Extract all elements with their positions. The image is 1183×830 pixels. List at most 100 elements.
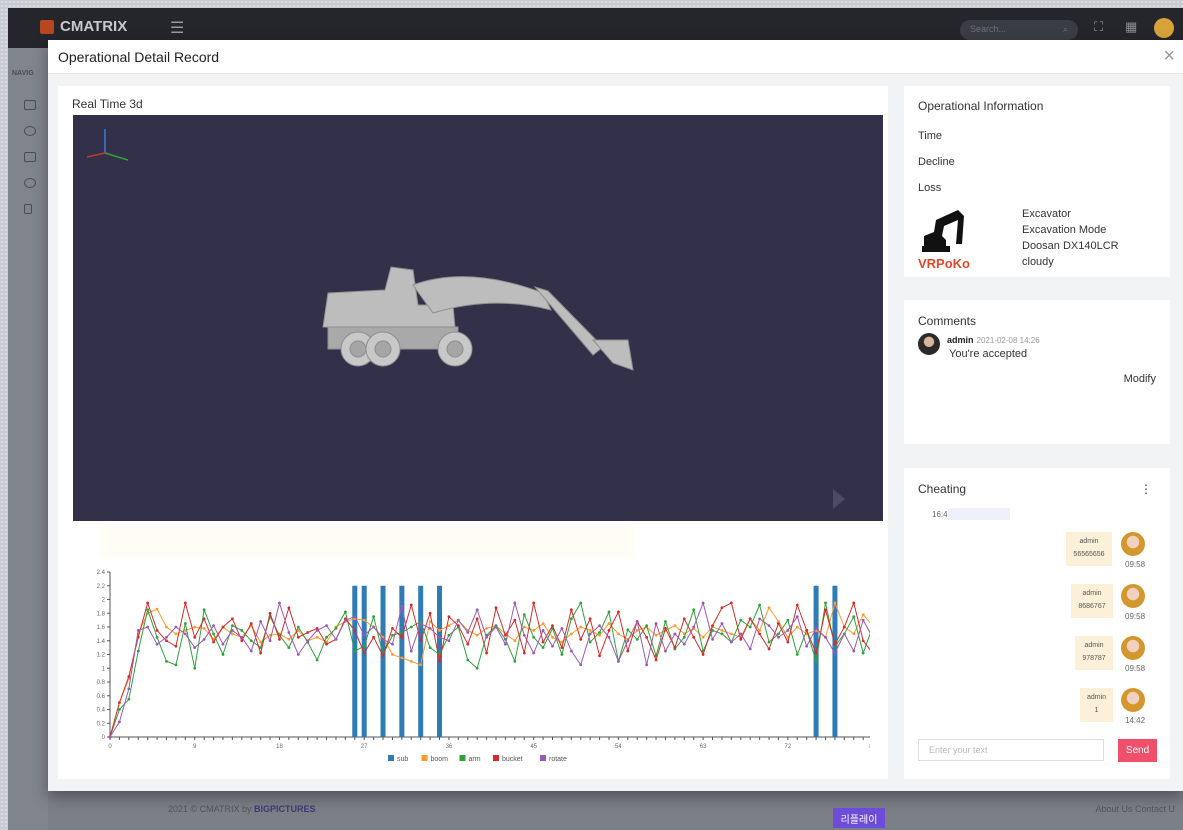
series-point-arm	[635, 637, 639, 641]
info-row-time: Time	[918, 130, 943, 142]
series-point-bucket	[522, 651, 526, 655]
chat-avatar	[1121, 584, 1145, 608]
series-point-rotate	[353, 615, 357, 619]
series-point-bucket	[391, 626, 394, 630]
series-point-bucket	[711, 624, 714, 628]
series-point-rotate	[711, 637, 714, 641]
y-tick-label: 2	[102, 598, 106, 604]
series-point-rotate	[212, 624, 215, 628]
send-button[interactable]: Send	[1118, 739, 1157, 762]
fullscreen-icon[interactable]: ⛶	[1094, 19, 1103, 35]
series-point-rotate	[315, 629, 319, 632]
x-tick-label: 63	[700, 744, 707, 750]
series-point-rotate	[664, 649, 667, 653]
weather: cloudy	[1022, 256, 1054, 268]
series-point-arm	[240, 629, 244, 632]
series-point-boom	[447, 624, 451, 628]
series-point-bucket	[861, 639, 865, 643]
series-point-rotate	[494, 625, 498, 629]
series-point-rotate	[456, 618, 460, 622]
footer-company[interactable]: BIGPICTURES	[254, 804, 316, 814]
series-point-rotate	[268, 639, 272, 643]
chat-message: admin 8686767	[1071, 584, 1113, 618]
brand-logo[interactable]: CMATRIX	[40, 18, 127, 35]
series-point-boom	[391, 653, 394, 656]
series-point-boom	[522, 625, 526, 629]
series-point-boom	[287, 637, 291, 641]
replay-button[interactable]: 리플레이	[833, 808, 885, 828]
series-point-bucket	[456, 624, 460, 628]
comment-meta: admin 2021-02-08 14:26	[947, 332, 1040, 346]
series-point-boom	[475, 633, 479, 637]
chat-input[interactable]	[918, 739, 1104, 761]
modify-button[interactable]: Modify	[1124, 373, 1156, 385]
chat-time: 09:58	[1125, 664, 1146, 673]
series-point-boom	[701, 635, 705, 639]
operational-detail-modal: Operational Detail Record × Real Time 3d	[48, 40, 1183, 828]
modal-header: Operational Detail Record ×	[48, 40, 1183, 74]
series-point-bucket	[664, 626, 667, 630]
more-vert-icon[interactable]: ⋮	[1140, 482, 1152, 496]
brand-name: CMATRIX	[60, 18, 128, 35]
series-point-bucket	[616, 610, 620, 614]
search-icon: ⌕	[1062, 24, 1068, 34]
series-point-arm	[861, 651, 865, 655]
series-point-bucket	[551, 624, 554, 628]
cheating-title: Cheating	[918, 482, 967, 496]
users-icon[interactable]	[24, 126, 36, 136]
series-point-rotate	[127, 687, 131, 691]
x-tick-label: 9	[193, 744, 197, 750]
series-point-rotate	[720, 622, 724, 625]
series-point-arm	[758, 603, 762, 607]
series-point-rotate	[391, 642, 394, 646]
series-line-arm	[109, 601, 870, 738]
series-point-bucket	[212, 640, 215, 644]
series-point-arm	[824, 601, 827, 605]
series-line-boom	[109, 601, 870, 738]
series-point-arm	[607, 610, 611, 614]
y-tick-label: 0.8	[97, 680, 106, 686]
series-point-boom	[165, 625, 168, 629]
user-avatar[interactable]	[1154, 18, 1174, 38]
series-point-rotate	[532, 651, 536, 655]
close-icon[interactable]: ×	[1163, 45, 1175, 68]
play-icon[interactable]	[24, 204, 32, 214]
series-point-arm	[296, 625, 300, 629]
series-point-bucket	[438, 659, 441, 663]
chat-icon[interactable]	[24, 152, 36, 162]
x-tick-label: 0	[108, 744, 112, 750]
x-tick-label: 81	[869, 744, 870, 750]
series-point-bucket	[842, 625, 846, 629]
series-point-arm	[249, 639, 253, 643]
apps-grid-icon[interactable]: ▦	[1125, 19, 1137, 35]
legend-label-rotate: rotate	[549, 756, 567, 763]
realtime-card: Real Time 3d 0 0.2 0.4 0.6 0.8 1 1.2 1.4…	[58, 86, 888, 828]
series-point-rotate	[824, 635, 827, 639]
menu-icon[interactable]: ☰	[170, 18, 184, 38]
series-point-rotate	[645, 663, 649, 667]
series-point-bucket	[447, 615, 451, 619]
chat-avatar	[1121, 636, 1145, 660]
operational-info-title: Operational Information	[918, 99, 1044, 113]
series-point-rotate	[682, 642, 686, 646]
search-input[interactable]: Search... ⌕	[960, 20, 1078, 40]
legend-swatch-arm	[459, 755, 466, 761]
series-point-rotate	[118, 720, 121, 724]
3d-viewport[interactable]	[73, 115, 883, 521]
series-point-arm	[146, 608, 150, 612]
legend-label-bucket: bucket	[502, 756, 523, 763]
series-point-rotate	[805, 644, 809, 648]
series-point-rotate	[777, 635, 780, 639]
series-point-rotate	[729, 640, 733, 644]
series-point-arm	[541, 646, 545, 650]
play-icon[interactable]	[833, 489, 845, 509]
y-tick-label: 2.2	[97, 584, 106, 590]
comments-card: Comments admin 2021-02-08 14:26 You're ac…	[904, 300, 1170, 444]
y-tick-label: 1.8	[97, 611, 106, 617]
series-point-rotate	[428, 626, 432, 630]
footer-links[interactable]: About Us Contact U	[1095, 804, 1175, 814]
monitor-icon[interactable]	[24, 100, 36, 110]
series-point-bucket	[805, 629, 809, 632]
user-icon[interactable]	[24, 178, 36, 188]
series-point-rotate	[466, 631, 470, 634]
